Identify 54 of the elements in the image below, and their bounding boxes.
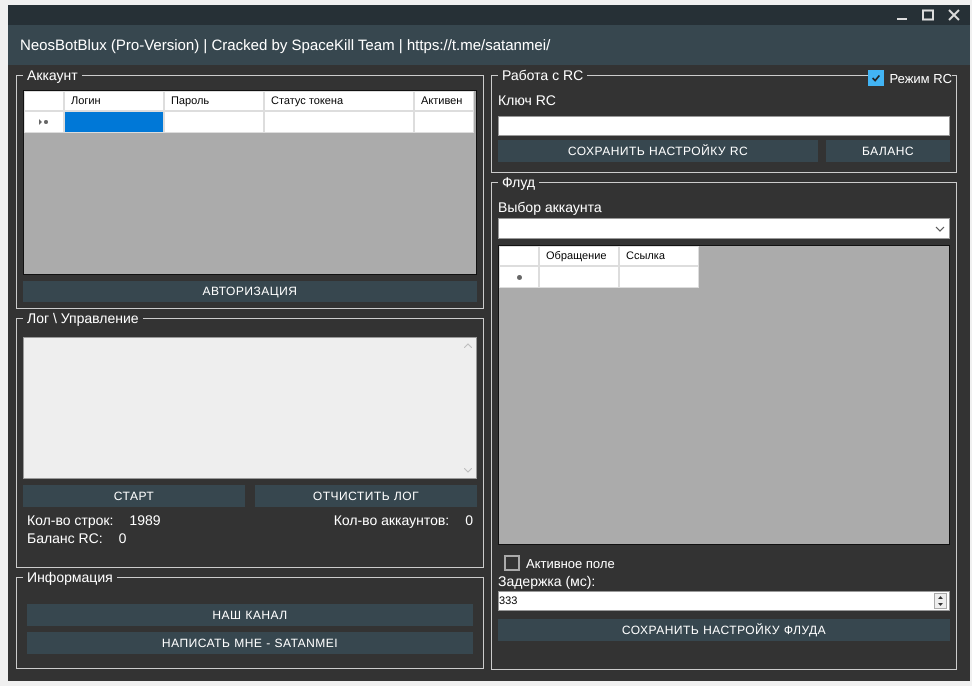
- column-header[interactable]: Обращение: [539, 246, 619, 266]
- column-header[interactable]: Ссылка: [619, 246, 699, 266]
- new-row-icon: [39, 119, 49, 125]
- balance-button[interactable]: БАЛАНС: [826, 140, 950, 162]
- delay-spinner[interactable]: 333: [498, 591, 950, 611]
- checkbox-label: Режим RC: [890, 70, 952, 86]
- checkbox-icon[interactable]: [868, 70, 884, 86]
- group-title: Аккаунт: [23, 67, 82, 83]
- table-cell[interactable]: [64, 111, 164, 133]
- group-title: Информация: [23, 569, 117, 585]
- group-title: Флуд: [498, 174, 540, 190]
- header-corner-cell[interactable]: [499, 246, 539, 266]
- rc-mode-checkbox[interactable]: Режим RC: [868, 70, 952, 86]
- maximize-icon[interactable]: [922, 9, 934, 21]
- save-rc-button[interactable]: СОХРАНИТЬ НАСТРОЙКУ RC: [498, 140, 818, 162]
- table-cell[interactable]: [264, 111, 414, 133]
- row-header-cell[interactable]: [499, 266, 539, 288]
- close-icon[interactable]: [948, 9, 960, 21]
- active-field-checkbox[interactable]: Активное поле: [504, 555, 950, 571]
- account-dropdown[interactable]: [498, 218, 950, 239]
- column-header[interactable]: Активен: [414, 91, 474, 111]
- field-label: Задержка (мс):: [498, 573, 596, 589]
- stat-value: 0: [465, 512, 473, 528]
- authorize-button[interactable]: АВТОРИЗАЦИЯ: [23, 280, 477, 302]
- new-row-icon: [516, 274, 522, 280]
- stat-label: Кол-во аккаунтов:: [334, 512, 450, 528]
- window-title: NeosBotBlux (Pro-Version) | Cracked by SpaceKill Team | https://t.me/satanmei/: [20, 36, 550, 54]
- header-corner-cell[interactable]: [24, 91, 64, 111]
- table-cell[interactable]: [619, 266, 699, 288]
- stat-value: 1989: [129, 512, 161, 528]
- stat-value: 0: [118, 530, 126, 546]
- log-button[interactable]: ОТЧИСТИТЬ ЛОГ: [255, 485, 477, 507]
- spinner-arrows-icon[interactable]: [934, 593, 947, 609]
- rc-key-field[interactable]: [498, 116, 950, 136]
- field-label: Выбор аккаунта: [498, 199, 603, 215]
- checkbox-label: Активное поле: [526, 556, 615, 570]
- field-label: Ключ RC: [498, 92, 557, 108]
- table-cell[interactable]: [414, 111, 474, 133]
- link-button[interactable]: НАПИСАТЬ МНЕ - SATANMEI: [27, 632, 473, 654]
- group-title: Лог \ Управление: [23, 310, 143, 326]
- column-header[interactable]: Пароль: [164, 91, 264, 111]
- log-button[interactable]: СТАРТ: [23, 485, 245, 507]
- column-header[interactable]: Логин: [64, 91, 164, 111]
- save-flood-button[interactable]: СОХРАНИТЬ НАСТРОЙКУ ФЛУДА: [498, 619, 950, 641]
- stat-label: Кол-во строк:: [27, 512, 114, 528]
- column-header[interactable]: Статус токена: [264, 91, 414, 111]
- checkbox-icon[interactable]: [504, 555, 520, 571]
- chevron-down-icon: [935, 226, 945, 232]
- group-title: Работа с RC: [498, 67, 588, 83]
- stat-label: Баланс RC:: [27, 530, 103, 546]
- row-header-cell[interactable]: [24, 111, 64, 133]
- table-cell[interactable]: [539, 266, 619, 288]
- link-button[interactable]: НАШ КАНАЛ: [27, 604, 473, 626]
- table-cell[interactable]: [164, 111, 264, 133]
